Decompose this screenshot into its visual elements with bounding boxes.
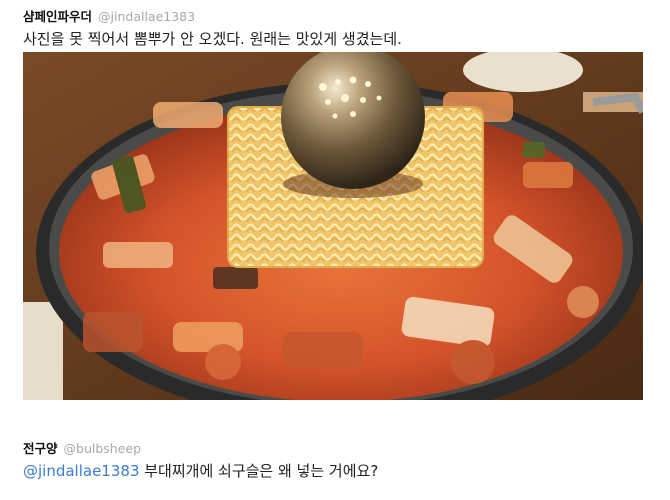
author-handle[interactable]: @jindallae1383 <box>98 9 195 24</box>
budae-jjigae-image <box>23 52 643 400</box>
tweet-2-meta: 전구양 @bulbsheep <box>23 440 650 458</box>
author-name[interactable]: 전구양 <box>23 441 58 456</box>
tweet-1-meta: 샴페인파우더 @jindallae1383 <box>23 8 650 26</box>
tweet-2-text: @jindallae1383 부대찌개에 쇠구슬은 왜 넣는 거에요? <box>23 460 650 482</box>
author-handle[interactable]: @bulbsheep <box>64 441 142 456</box>
reply-body: 부대찌개에 쇠구슬은 왜 넣는 거에요? <box>139 462 379 480</box>
tweet-2: 전구양 @bulbsheep @jindallae1383 부대찌개에 쇠구슬은 … <box>23 440 650 482</box>
mention-link[interactable]: @jindallae1383 <box>23 462 139 480</box>
food-photo[interactable] <box>23 52 643 400</box>
tweet-1: 샴페인파우더 @jindallae1383 사진을 못 찍어서 뽐뿌가 안 오겠다… <box>23 8 650 50</box>
tweet-1-text: 사진을 못 찍어서 뽐뿌가 안 오겠다. 원래는 맛있게 생겼는데. <box>23 30 402 48</box>
author-name[interactable]: 샴페인파우더 <box>23 9 92 24</box>
